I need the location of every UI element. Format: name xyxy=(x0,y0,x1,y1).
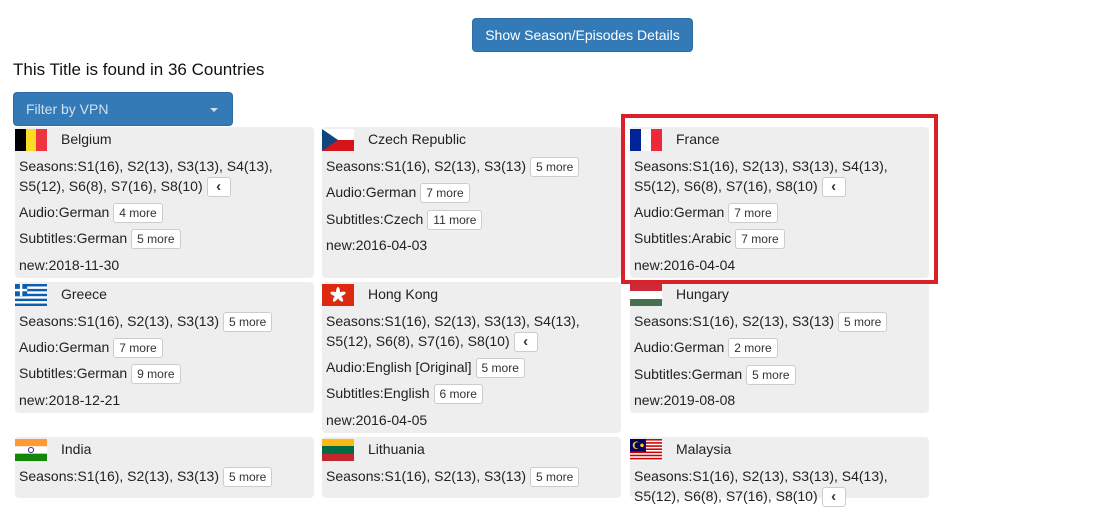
caret-down-icon xyxy=(210,108,218,112)
country-name: Hungary xyxy=(676,286,729,302)
malaysia-flag-icon xyxy=(630,439,662,461)
new-date: new:2018-12-21 xyxy=(19,392,121,408)
audio-more-button[interactable]: 5 more xyxy=(475,358,525,379)
vpn-filter-label: Filter by VPN xyxy=(26,101,109,117)
india-flag-icon xyxy=(15,439,47,461)
subtitles-more-button[interactable]: 11 more xyxy=(427,210,483,231)
seasons-line-2: S5(12), S6(8), S7(16), S8(10) ‹ xyxy=(19,176,231,198)
new-date: new:2016-04-05 xyxy=(326,412,428,428)
chevron-left-icon[interactable]: ‹ xyxy=(513,332,538,353)
country-name: Belgium xyxy=(61,131,112,147)
subtitles-more-button[interactable]: 9 more xyxy=(131,364,181,385)
country-card-lithuania: Lithuania Seasons:S1(16), S2(13), S3(13)… xyxy=(322,437,621,498)
seasons-line-2: S5(12), S6(8), S7(16), S8(10) ‹ xyxy=(326,331,538,353)
audio-more-button[interactable]: 7 more xyxy=(420,183,470,204)
country-name: India xyxy=(61,441,92,457)
seasons-line: Seasons:S1(16), S2(13), S3(13) 5 more xyxy=(326,466,580,488)
new-date: new:2019-08-08 xyxy=(634,392,736,408)
seasons-line-2: S5(12), S6(8), S7(16), S8(10) ‹ xyxy=(634,486,846,507)
subtitles-line: Subtitles:German 5 more xyxy=(19,228,181,250)
audio-line: Audio:German 7 more xyxy=(326,182,470,204)
subtitles-line: Subtitles:German 5 more xyxy=(634,364,796,386)
subtitles-line: Subtitles:English 6 more xyxy=(326,383,483,405)
audio-more-button[interactable]: 4 more xyxy=(113,203,163,224)
seasons-more-button[interactable]: 5 more xyxy=(530,157,580,178)
country-card-hong-kong: Hong Kong Seasons:S1(16), S2(13), S3(13)… xyxy=(322,282,621,433)
subtitles-more-button[interactable]: 5 more xyxy=(131,229,181,250)
subtitles-line: Subtitles:Czech 11 more xyxy=(326,209,483,231)
new-date: new:2018-11-30 xyxy=(19,257,120,273)
country-name: Czech Republic xyxy=(368,131,467,147)
seasons-line: Seasons:S1(16), S2(13), S3(13) 5 more xyxy=(19,311,273,333)
country-card-hungary: Hungary Seasons:S1(16), S2(13), S3(13) 5 … xyxy=(630,282,929,413)
audio-more-button[interactable]: 2 more xyxy=(728,338,778,359)
seasons-more-button[interactable]: 5 more xyxy=(223,467,273,488)
country-name: Lithuania xyxy=(368,441,425,457)
hong-kong-flag-icon xyxy=(322,284,354,306)
hungary-flag-icon xyxy=(630,284,662,306)
belgium-flag-icon xyxy=(15,129,47,151)
country-name: Hong Kong xyxy=(368,286,439,302)
chevron-left-icon[interactable]: ‹ xyxy=(206,177,231,198)
seasons-line: Seasons:S1(16), S2(13), S3(13), S4(13), xyxy=(326,313,580,329)
seasons-more-button[interactable]: 5 more xyxy=(838,312,888,333)
new-date: new:2016-04-03 xyxy=(326,237,428,253)
subtitles-line: Subtitles:German 9 more xyxy=(19,363,181,385)
seasons-line: Seasons:S1(16), S2(13), S3(13), S4(13), xyxy=(634,468,888,484)
country-card-malaysia: Malaysia Seasons:S1(16), S2(13), S3(13),… xyxy=(630,437,929,507)
country-card-greece: Greece Seasons:S1(16), S2(13), S3(13) 5 m… xyxy=(15,282,314,413)
show-season-episodes-button[interactable]: Show Season/Episodes Details xyxy=(472,18,693,52)
seasons-more-button[interactable]: 5 more xyxy=(530,467,580,488)
countries-heading: This Title is found in 36 Countries xyxy=(13,60,265,79)
seasons-line: Seasons:S1(16), S2(13), S3(13) 5 more xyxy=(634,311,888,333)
audio-line: Audio:German 7 more xyxy=(19,337,163,359)
subtitles-more-button[interactable]: 5 more xyxy=(746,365,796,386)
country-card-india: India Seasons:S1(16), S2(13), S3(13) 5 mo… xyxy=(15,437,314,498)
audio-line: Audio:German 2 more xyxy=(634,337,778,359)
audio-line: Audio:English [Original] 5 more xyxy=(326,357,525,379)
seasons-more-button[interactable]: 5 more xyxy=(223,312,273,333)
lithuania-flag-icon xyxy=(322,439,354,461)
chevron-left-icon[interactable]: ‹ xyxy=(821,487,846,507)
czech-flag-icon xyxy=(322,129,354,151)
country-name: Malaysia xyxy=(676,441,732,457)
subtitles-more-button[interactable]: 6 more xyxy=(433,384,483,405)
country-card-belgium: Belgium Seasons:S1(16), S2(13), S3(13), … xyxy=(15,127,314,278)
seasons-line: Seasons:S1(16), S2(13), S3(13) 5 more xyxy=(326,156,580,178)
audio-line: Audio:German 4 more xyxy=(19,202,163,224)
country-name: Greece xyxy=(61,286,107,302)
vpn-filter-dropdown[interactable]: Filter by VPN xyxy=(13,92,233,126)
seasons-line: Seasons:S1(16), S2(13), S3(13) 5 more xyxy=(19,466,273,488)
seasons-line: Seasons:S1(16), S2(13), S3(13), S4(13), xyxy=(19,158,273,174)
greece-flag-icon xyxy=(15,284,47,306)
highlight-box xyxy=(621,114,938,284)
audio-more-button[interactable]: 7 more xyxy=(113,338,163,359)
country-card-czech-republic: Czech Republic Seasons:S1(16), S2(13), S… xyxy=(322,127,621,278)
